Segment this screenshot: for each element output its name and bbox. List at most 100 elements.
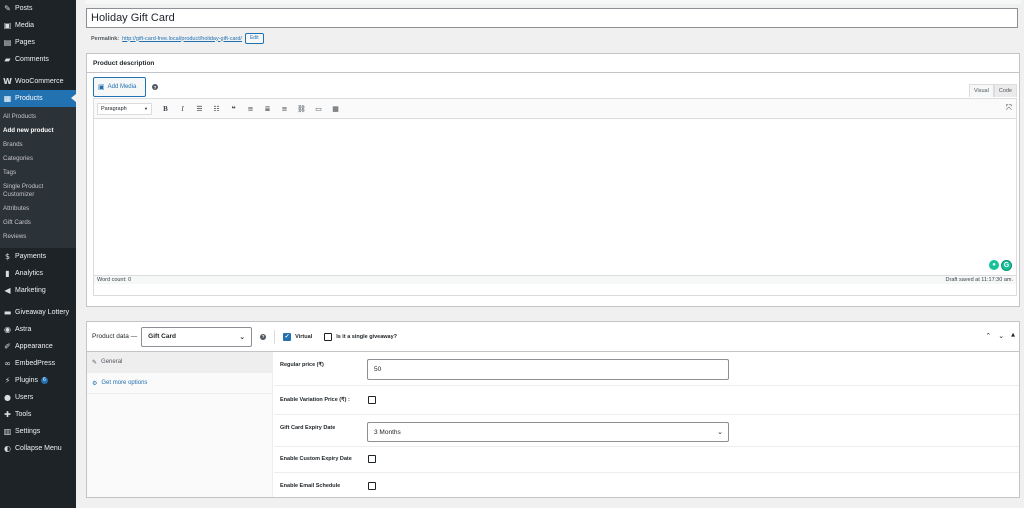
regular-price-input[interactable]: 50 [367, 359, 729, 380]
align-center-icon[interactable]: ≣ [260, 103, 275, 115]
sidebar-item-comments[interactable]: ▰ Comments [0, 51, 76, 68]
submenu-item-reviews[interactable]: Reviews [0, 230, 76, 244]
sidebar-item-label: Comments [15, 56, 49, 63]
submenu-item-attributes[interactable]: Attributes [0, 202, 76, 216]
sidebar-item-collapse-menu[interactable]: ◐ Collapse Menu [0, 440, 76, 457]
bold-icon[interactable]: B [158, 103, 173, 115]
sidebar-item-label: Posts [15, 5, 33, 12]
regular-price-row: Regular price (₹) 50 [274, 352, 1019, 386]
sidebar-item-label: EmbedPress [15, 360, 56, 367]
sidebar-item-payments[interactable]: $ Payments [0, 248, 76, 265]
sidebar-item-astra[interactable]: ◉ Astra [0, 321, 76, 338]
sidebar-item-woocommerce[interactable]: W WooCommerce [0, 73, 76, 90]
permalink-link[interactable]: http://gift-card-free.local/product/holi… [122, 36, 242, 42]
editor-statusbar: Word count: 0 Draft saved at 11:17:30 am… [94, 275, 1016, 284]
sidebar-item-label: Pages [15, 39, 35, 46]
sidebar-item-pages[interactable]: ▤ Pages [0, 34, 76, 51]
add-media-icon: ▣ [98, 83, 105, 91]
sidebar-item-media[interactable]: ▣ Media [0, 17, 76, 34]
sidebar-item-label: Payments [15, 253, 47, 260]
move-up-icon[interactable]: ⌃ [985, 332, 991, 340]
submenu-item-single-product-customizer[interactable]: Single Product Customizer [0, 180, 60, 202]
sidebar-item-label: Collapse Menu [15, 445, 62, 452]
analytics-icon: ▮ [5, 269, 10, 278]
sidebar-item-label: Analytics [15, 270, 44, 277]
tab-visual[interactable]: Visual [968, 84, 994, 97]
blockquote-icon[interactable]: ❝ [226, 103, 241, 115]
sidebar-item-posts[interactable]: ✎ Posts [0, 0, 76, 17]
submenu-item-tags[interactable]: Tags [0, 166, 76, 180]
product-type-select[interactable]: Gift Card ⌄ [141, 326, 253, 347]
giveaway-checkbox[interactable] [324, 332, 333, 341]
grammarly-icon[interactable]: G [1001, 260, 1012, 271]
pin-icon: ✎ [4, 4, 11, 13]
italic-icon[interactable]: I [175, 103, 190, 115]
submenu-item-all-products[interactable]: All Products [0, 110, 76, 124]
products-submenu: All Products Add new product Brands Cate… [0, 107, 76, 248]
sidebar-item-settings[interactable]: ▥ Settings [0, 423, 76, 440]
regular-price-value: 50 [374, 366, 382, 373]
sidebar-item-label: Appearance [15, 343, 53, 350]
numbered-list-icon[interactable]: ☷ [209, 103, 224, 115]
product-description-box: Product description ▣ Add Media ? Visual… [86, 53, 1020, 307]
sidebar-item-analytics[interactable]: ▮ Analytics [0, 265, 76, 282]
sidebar-item-label: Astra [15, 326, 32, 333]
sidebar-item-giveaway-lottery[interactable]: ▬ Giveaway Lottery [0, 304, 76, 321]
bulleted-list-icon[interactable]: ☰ [192, 103, 207, 115]
variation-price-row: Enable Variation Price (₹) : [274, 386, 1019, 415]
read-more-icon[interactable]: ▭ [311, 103, 326, 115]
variation-price-label: Enable Variation Price (₹) : [280, 397, 350, 403]
format-select-value: Paragraph [101, 105, 127, 112]
permalink-edit-button[interactable]: Edit [244, 33, 264, 44]
help-icon[interactable]: ? [152, 84, 158, 90]
chevron-down-icon: ⌄ [717, 428, 723, 436]
format-select[interactable]: Paragraph ▼ [97, 102, 152, 115]
sidebar-item-appearance[interactable]: ✐ Appearance [0, 338, 76, 355]
editor-content-area[interactable]: ● G [94, 119, 1016, 275]
grammarly-tone-icon[interactable]: ● [989, 260, 999, 270]
product-title-input[interactable]: Holiday Gift Card [86, 8, 1018, 28]
giveaway-icon: ▬ [3, 308, 12, 317]
tab-general[interactable]: ✎ General [87, 352, 272, 373]
settings-icon: ▥ [3, 427, 12, 436]
sidebar-item-label: Tools [15, 411, 32, 418]
variation-price-checkbox[interactable] [368, 396, 376, 404]
add-media-button[interactable]: ▣ Add Media [93, 77, 146, 97]
sidebar-item-embedpress[interactable]: ∞ EmbedPress [0, 355, 76, 372]
email-schedule-checkbox[interactable] [368, 482, 376, 490]
custom-expiry-checkbox[interactable] [368, 455, 376, 463]
editor-tabs: Visual Code [968, 84, 1017, 97]
giveaway-checkbox-label[interactable]: Is it a single giveaway? [324, 332, 397, 341]
virtual-checkbox[interactable]: ✓ [283, 332, 292, 341]
toggle-panel-icon[interactable]: ▲ [1011, 332, 1015, 340]
fullscreen-icon[interactable]: ⤧ [1006, 103, 1012, 113]
virtual-checkbox-label[interactable]: ✓ Virtual [283, 332, 312, 341]
draft-saved-status: Draft saved at 11:17:30 am. [945, 277, 1013, 283]
link-icon[interactable]: ⛓ [294, 103, 309, 115]
sidebar-item-plugins[interactable]: ⚡ Plugins 6 [0, 372, 76, 389]
embedpress-icon: ∞ [4, 359, 11, 368]
tab-code[interactable]: Code [993, 84, 1017, 97]
submenu-item-gift-cards[interactable]: Gift Cards [0, 216, 76, 230]
tab-more-label: Get more options [101, 380, 148, 386]
sidebar-item-tools[interactable]: ✚ Tools [0, 406, 76, 423]
submenu-item-add-new-product[interactable]: Add new product [0, 124, 76, 138]
align-left-icon[interactable]: ≡ [243, 103, 258, 115]
toolbar-toggle-icon[interactable]: ▦ [328, 103, 343, 115]
sidebar-item-marketing[interactable]: ◀ Marketing [0, 282, 76, 299]
tab-get-more-options[interactable]: ⚙ Get more options [87, 373, 272, 394]
move-down-icon[interactable]: ⌄ [998, 332, 1004, 340]
add-media-label: Add Media [107, 84, 137, 90]
expiry-date-select[interactable]: 3 Months ⌄ [367, 422, 729, 442]
help-icon[interactable]: ? [260, 333, 267, 340]
submenu-item-brands[interactable]: Brands [0, 138, 76, 152]
tools-icon: ✚ [4, 410, 11, 419]
sidebar-item-users[interactable]: ● Users [0, 389, 76, 406]
submenu-item-categories[interactable]: Categories [0, 152, 76, 166]
dropdown-arrow-icon: ▼ [144, 106, 148, 111]
align-right-icon[interactable]: ≡ [277, 103, 292, 115]
pages-icon: ▤ [3, 38, 12, 47]
email-schedule-row: Enable Email Schedule [274, 473, 1019, 499]
woocommerce-icon: W [3, 77, 12, 86]
sidebar-item-products[interactable]: ▦ Products [0, 90, 76, 107]
